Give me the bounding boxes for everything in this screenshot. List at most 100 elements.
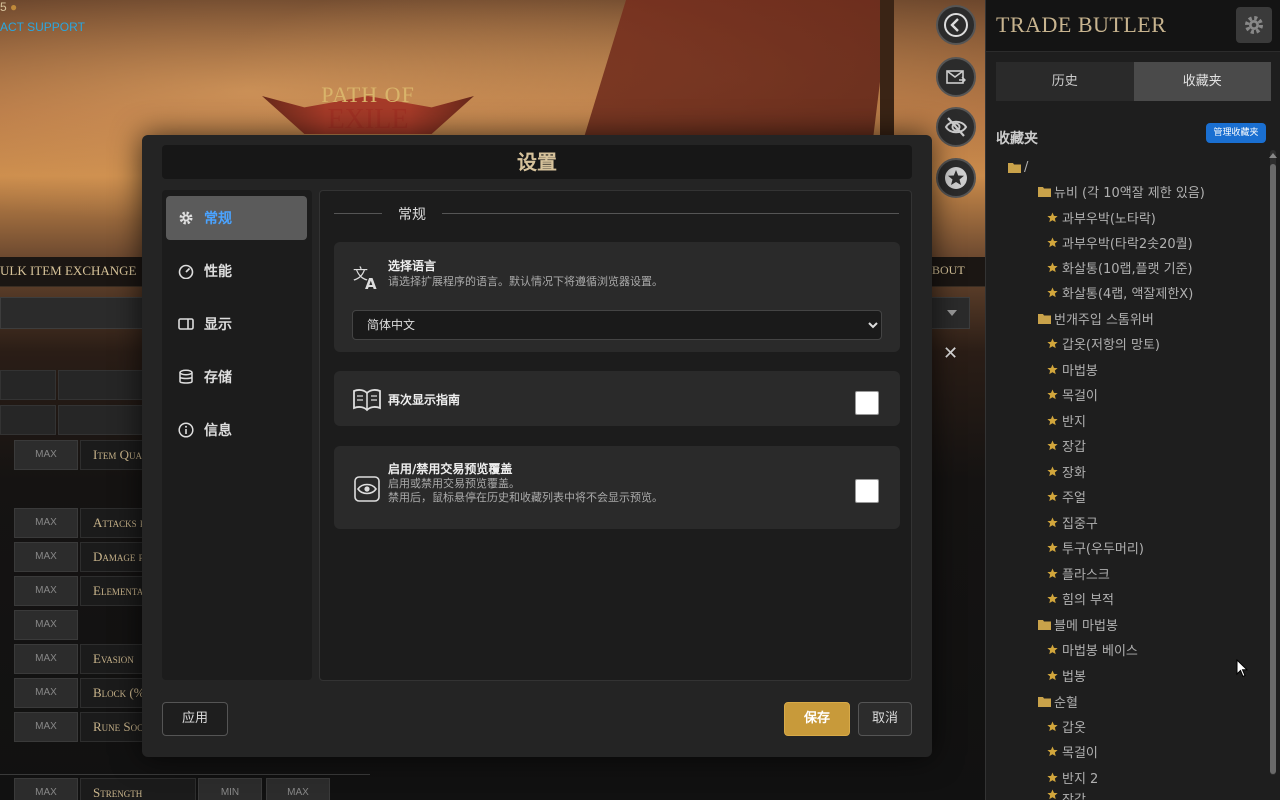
star-icon — [1047, 262, 1058, 273]
favorites-heading: 收藏夹 — [996, 131, 1038, 147]
max-field[interactable]: MAX — [14, 712, 78, 742]
min-field[interactable]: MIN — [198, 778, 262, 800]
max-field[interactable]: MAX — [266, 778, 330, 800]
star-icon — [1047, 415, 1058, 426]
tree-item[interactable]: 법봉 — [1046, 663, 1086, 688]
hide-preview-button[interactable] — [936, 107, 976, 147]
settings-content: 常规 文 A 选择语言 请选择扩展程序的语言。默认情况下将遵循浏览器设置。 简体… — [319, 190, 912, 681]
scroll-up-icon[interactable] — [1269, 153, 1277, 158]
tree-label: 블메 마법봉 — [1054, 619, 1118, 634]
menu-item-display[interactable]: 显示 — [166, 302, 307, 346]
tree-folder[interactable]: 순혈 — [1038, 689, 1078, 714]
chevron-left-icon — [944, 13, 968, 37]
tree-item[interactable]: 장갑 — [1046, 433, 1086, 458]
tree-item[interactable]: 화살통(4랩, 액잘제한X) — [1046, 280, 1193, 305]
max-field[interactable]: MAX — [14, 440, 78, 470]
tree-label: 힘의 부적 — [1062, 593, 1114, 608]
max-field[interactable]: MAX — [14, 678, 78, 708]
tree-item[interactable]: 장화 — [1046, 459, 1086, 484]
tree-item[interactable]: 장갑 — [1046, 789, 1086, 800]
info-icon — [178, 422, 194, 438]
favorites-button[interactable] — [936, 158, 976, 198]
game-logo: PATH OF EXILE — [262, 48, 474, 138]
nav-about[interactable]: BOUT — [932, 263, 965, 278]
menu-item-performance[interactable]: 性能 — [166, 249, 307, 293]
max-field[interactable]: MAX — [14, 576, 78, 606]
tree-label: 투구(우두머리) — [1062, 542, 1144, 557]
tree-item[interactable]: 반지 2 — [1046, 765, 1098, 790]
folder-icon — [1008, 163, 1021, 173]
tree-folder[interactable]: / — [1008, 155, 1028, 180]
mail-button[interactable] — [936, 57, 976, 97]
mail-icon — [946, 70, 966, 84]
tree-item[interactable]: 화살통(10랩,플랫 기준) — [1046, 255, 1193, 280]
tree-scrollbar[interactable] — [1270, 150, 1276, 775]
collapse-button[interactable] — [936, 5, 976, 45]
star-icon — [1047, 593, 1058, 604]
tree-folder[interactable]: 블메 마법봉 — [1038, 612, 1118, 637]
tree-item[interactable]: 마법봉 — [1046, 357, 1098, 382]
menu-item-storage[interactable]: 存储 — [166, 355, 307, 399]
tree-label: 반지 2 — [1062, 772, 1099, 787]
settings-button[interactable] — [1236, 7, 1272, 43]
logo-line2: EXILE — [327, 104, 409, 135]
tree-label: 장화 — [1062, 466, 1086, 481]
tab-favorites[interactable]: 收藏夹 — [1133, 62, 1271, 101]
max-field[interactable]: MAX — [14, 610, 78, 640]
save-button[interactable]: 保存 — [784, 702, 850, 736]
scrollbar-thumb[interactable] — [1270, 164, 1276, 774]
tree-item[interactable]: 목걸이 — [1046, 739, 1098, 764]
tree-item[interactable]: 집중구 — [1046, 510, 1098, 535]
tree-label: 과부우박(노타락) — [1062, 212, 1156, 227]
menu-label: 显示 — [204, 317, 232, 333]
settings-dialog: 设置 常规 性能 显示 存储 信息 常规 文 A 选择语言 请选择扩展程序的语言… — [142, 135, 932, 757]
tree-label: 집중구 — [1062, 517, 1098, 532]
star-icon — [1047, 644, 1058, 655]
tree-item[interactable]: 마법봉 베이스 — [1046, 637, 1138, 662]
svg-text:A: A — [365, 275, 377, 292]
cancel-button[interactable]: 取消 — [858, 702, 912, 736]
tree-folder[interactable]: 뉴비 (각 10액잘 제한 있음) — [1038, 179, 1205, 204]
tree-item[interactable]: 플라스크 — [1046, 561, 1110, 586]
tree-label: / — [1024, 160, 1029, 175]
star-icon — [1047, 212, 1058, 223]
preview-checkbox[interactable] — [855, 479, 879, 503]
tree-item[interactable]: 과부우박(노타락) — [1046, 205, 1156, 230]
close-icon[interactable]: ✕ — [943, 343, 958, 364]
apply-button[interactable]: 应用 — [162, 702, 228, 736]
tree-folder[interactable]: 번개주입 스톰위버 — [1038, 306, 1154, 331]
tree-item[interactable]: 반지 — [1046, 408, 1086, 433]
tree-item[interactable]: 목걸이 — [1046, 382, 1098, 407]
manage-favorites-button[interactable]: 管理收藏夹 — [1206, 123, 1266, 143]
max-field[interactable]: MAX — [14, 778, 78, 800]
menu-item-general[interactable]: 常规 — [166, 196, 307, 240]
star-icon — [1047, 466, 1058, 477]
tree-item[interactable]: 투구(우두머리) — [1046, 535, 1144, 560]
guide-checkbox[interactable] — [855, 391, 879, 415]
tree-item[interactable]: 갑옷 — [1046, 714, 1086, 739]
menu-item-info[interactable]: 信息 — [166, 408, 307, 452]
max-field[interactable]: MAX — [14, 542, 78, 572]
eye-icon — [354, 476, 380, 502]
star-icon — [1047, 746, 1058, 757]
tree-item[interactable]: 힘의 부적 — [1046, 586, 1114, 611]
tree-item[interactable]: 갑옷(저항의 망토) — [1046, 331, 1160, 356]
tree-item[interactable]: 주얼 — [1046, 484, 1086, 509]
max-field[interactable]: MAX — [14, 508, 78, 538]
language-select[interactable]: 简体中文 — [352, 310, 882, 340]
max-field[interactable]: MAX — [14, 644, 78, 674]
tree-item[interactable]: 과부우박(타락2솟20퀄) — [1046, 230, 1193, 255]
folder-icon — [1038, 620, 1051, 630]
language-desc: 请选择扩展程序的语言。默认情况下将遵循浏览器设置。 — [388, 275, 663, 288]
star-icon — [1047, 287, 1058, 298]
tree-label: 목걸이 — [1062, 389, 1098, 404]
folder-icon — [1038, 187, 1051, 197]
preview-title: 启用/禁用交易预览覆盖 — [388, 462, 513, 476]
tree-label: 화살통(10랩,플랫 기준) — [1062, 262, 1193, 277]
tab-history[interactable]: 历史 — [996, 62, 1134, 101]
nav-bulk-exchange[interactable]: ULK ITEM EXCHANGE — [0, 263, 136, 279]
contact-support-link[interactable]: ACT SUPPORT — [0, 20, 85, 34]
display-icon — [178, 318, 194, 330]
panel-title: TRADE BUTLER — [996, 12, 1167, 37]
star-icon — [1047, 338, 1058, 349]
